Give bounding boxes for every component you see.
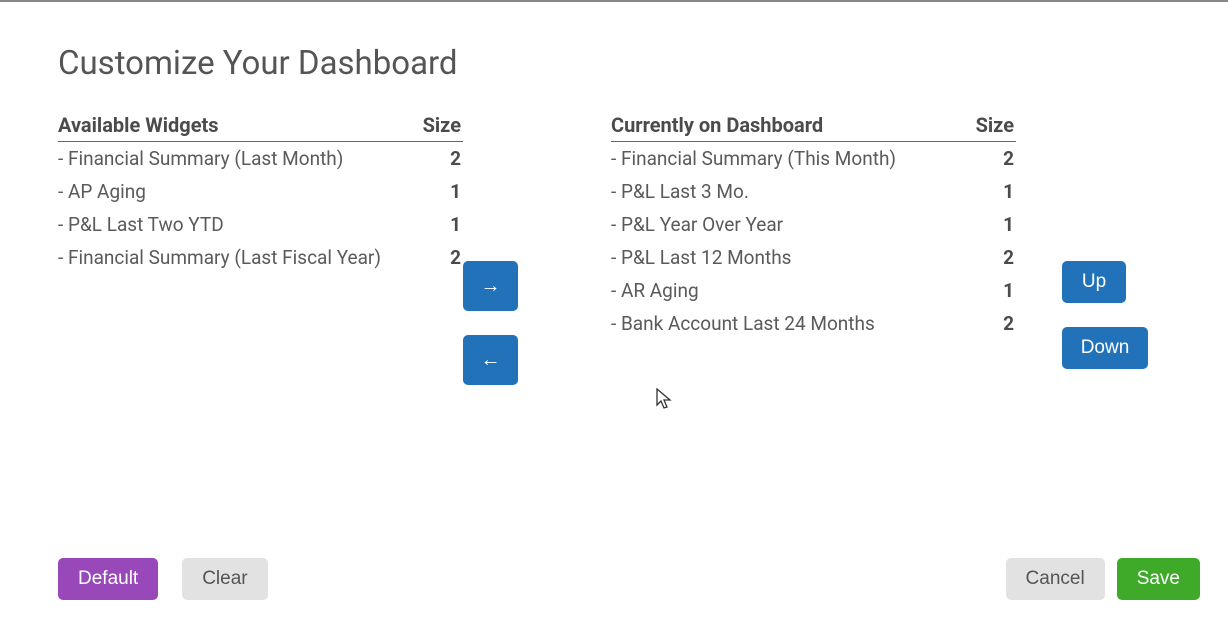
current-widget-row[interactable]: - AR Aging1 — [611, 274, 1016, 307]
available-widget-row[interactable]: - Financial Summary (Last Fiscal Year)2 — [58, 241, 463, 274]
move-up-button[interactable]: Up — [1062, 261, 1126, 303]
save-button[interactable]: Save — [1117, 558, 1200, 600]
current-widget-row[interactable]: - P&L Last 12 Months2 — [611, 241, 1016, 274]
widget-size: 2 — [966, 307, 1016, 340]
widget-name: - AR Aging — [611, 274, 966, 307]
widget-name: - P&L Last 3 Mo. — [611, 175, 966, 208]
cancel-button[interactable]: Cancel — [1006, 558, 1105, 600]
available-widgets-panel: Available Widgets Size - Financial Summa… — [58, 113, 463, 409]
current-widget-row[interactable]: - Bank Account Last 24 Months2 — [611, 307, 1016, 340]
widget-size: 2 — [966, 241, 1016, 274]
available-widget-row[interactable]: - Financial Summary (Last Month)2 — [58, 142, 463, 176]
default-button[interactable]: Default — [58, 558, 158, 600]
current-header: Currently on Dashboard — [611, 113, 966, 142]
size-header: Size — [418, 113, 463, 142]
widget-name: - Financial Summary (Last Fiscal Year) — [58, 241, 418, 274]
widget-name: - P&L Last Two YTD — [58, 208, 418, 241]
available-header: Available Widgets — [58, 113, 418, 142]
size-header: Size — [966, 113, 1016, 142]
current-widget-row[interactable]: - Financial Summary (This Month)2 — [611, 142, 1016, 176]
widget-size: 1 — [418, 175, 463, 208]
page-title: Customize Your Dashboard — [0, 2, 1228, 83]
widget-size: 2 — [966, 142, 1016, 176]
widget-name: - Financial Summary (Last Month) — [58, 142, 418, 176]
move-left-button[interactable]: ← — [463, 335, 518, 385]
widget-name: - Financial Summary (This Month) — [611, 142, 966, 176]
widget-name: - AP Aging — [58, 175, 418, 208]
widget-name: - Bank Account Last 24 Months — [611, 307, 966, 340]
current-dashboard-panel: Currently on Dashboard Size - Financial … — [611, 113, 1016, 409]
widget-size: 1 — [966, 175, 1016, 208]
available-widget-row[interactable]: - AP Aging1 — [58, 175, 463, 208]
widget-size: 2 — [418, 241, 463, 274]
widget-size: 1 — [966, 208, 1016, 241]
widget-name: - P&L Last 12 Months — [611, 241, 966, 274]
clear-button[interactable]: Clear — [182, 558, 267, 600]
available-widget-row[interactable]: - P&L Last Two YTD1 — [58, 208, 463, 241]
widget-size: 1 — [966, 274, 1016, 307]
move-down-button[interactable]: Down — [1062, 327, 1148, 369]
widget-name: - P&L Year Over Year — [611, 208, 966, 241]
move-right-button[interactable]: → — [463, 261, 518, 311]
widget-size: 2 — [418, 142, 463, 176]
current-widget-row[interactable]: - P&L Year Over Year1 — [611, 208, 1016, 241]
widget-size: 1 — [418, 208, 463, 241]
current-widget-row[interactable]: - P&L Last 3 Mo.1 — [611, 175, 1016, 208]
